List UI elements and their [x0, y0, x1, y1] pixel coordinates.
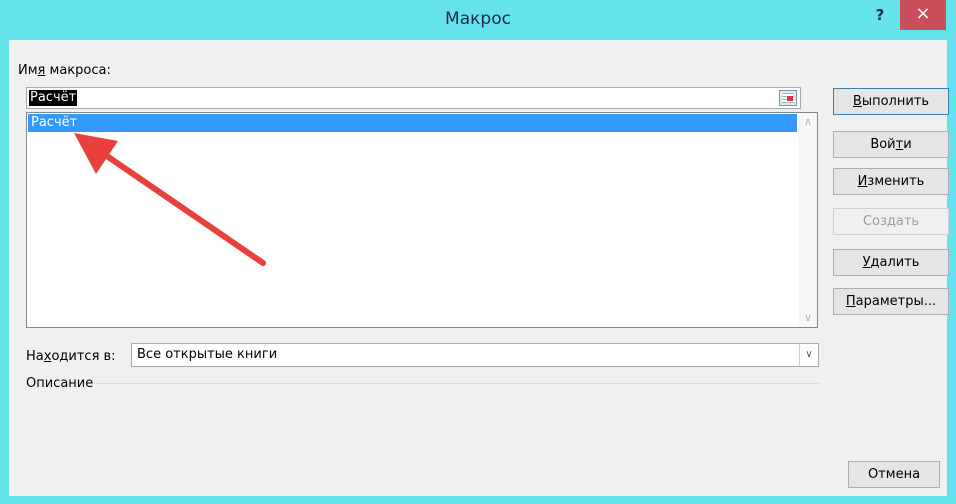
delete-button[interactable]: Удалить	[833, 249, 949, 276]
location-value: Все открытые книги	[137, 347, 278, 362]
window-title: Макрос	[445, 9, 511, 29]
title-bar: Макрос ? ×	[0, 0, 956, 40]
list-scrollbar[interactable]: ∧ ∨	[799, 113, 817, 327]
description-label: Описание	[26, 376, 94, 391]
location-label: Находится в:	[26, 349, 116, 364]
help-button[interactable]: ?	[860, 0, 900, 34]
macro-list[interactable]: Расчёт ∧ ∨	[26, 112, 818, 328]
range-select-icon[interactable]	[779, 90, 797, 106]
cancel-button[interactable]: Отмена	[848, 461, 940, 488]
location-select[interactable]: Все открытые книги ∨	[131, 343, 819, 367]
description-divider	[94, 383, 819, 384]
close-button[interactable]: ×	[900, 0, 946, 30]
macro-dialog: Макрос ? × Имя макроса: Расчёт Расчёт ∧ …	[0, 0, 956, 504]
macro-name-input[interactable]: Расчёт	[26, 87, 801, 109]
list-item-selected[interactable]: Расчёт	[28, 114, 797, 132]
macro-name-value: Расчёт	[29, 90, 78, 106]
create-button: Создать	[833, 208, 949, 235]
chevron-up-icon[interactable]: ∧	[799, 113, 817, 131]
edit-button[interactable]: Изменить	[833, 168, 949, 195]
chevron-down-icon[interactable]: ∨	[799, 344, 818, 366]
chevron-down-icon[interactable]: ∨	[799, 309, 817, 327]
options-button[interactable]: Параметры...	[833, 288, 949, 315]
dialog-body: Имя макроса: Расчёт Расчёт ∧ ∨ Выполнить…	[9, 40, 949, 496]
step-into-button[interactable]: Войти	[833, 131, 949, 158]
run-button[interactable]: Выполнить	[833, 88, 949, 115]
macro-name-label: Имя макроса:	[18, 63, 111, 78]
